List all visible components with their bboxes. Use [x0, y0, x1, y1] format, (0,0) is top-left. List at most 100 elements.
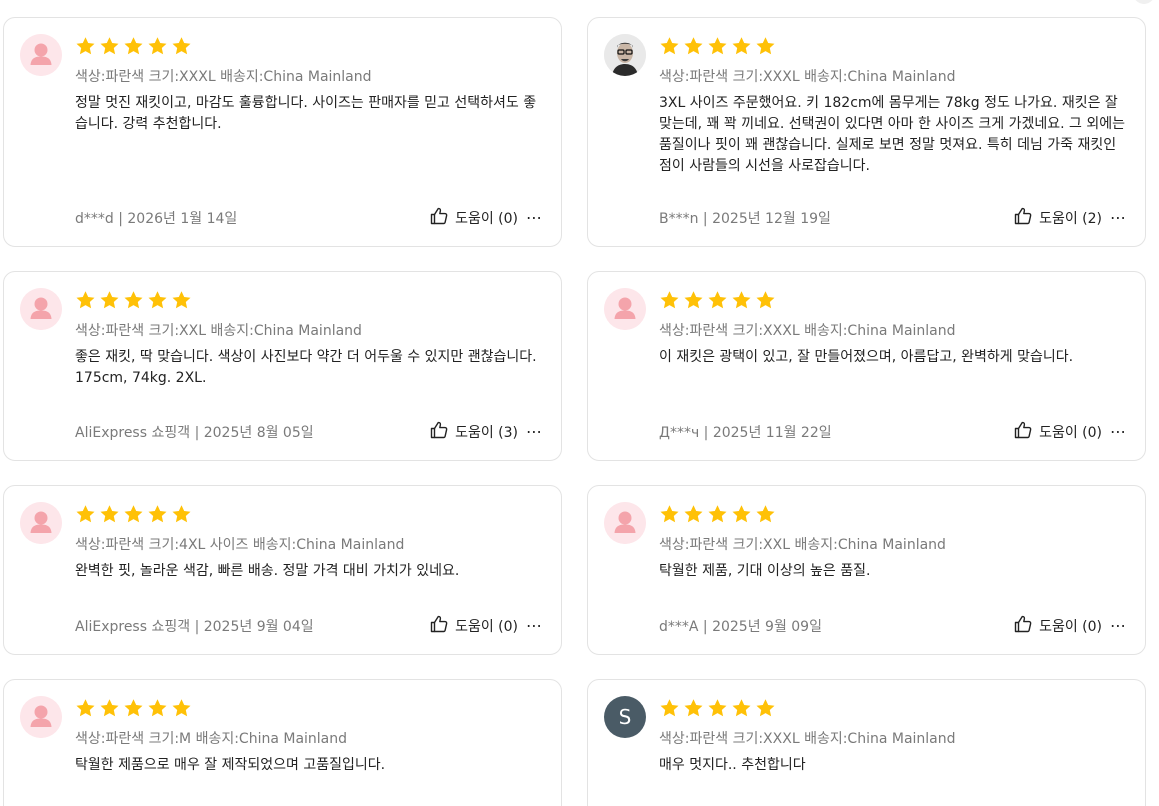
star-icon — [660, 291, 679, 309]
star-icon — [124, 505, 143, 523]
helpful-button[interactable]: 도움이 (3) — [429, 420, 518, 444]
star-icon — [76, 291, 95, 309]
star-rating — [75, 698, 192, 720]
user-avatar-icon — [20, 696, 62, 738]
user-photo-avatar — [604, 34, 646, 76]
star-icon — [124, 37, 143, 55]
star-icon — [756, 505, 775, 523]
more-options-icon[interactable]: ⋯ — [526, 618, 543, 634]
star-icon — [100, 699, 119, 717]
review-variant-info: 색상:파란색 크기:XXXL 배송지:China Mainland — [659, 731, 956, 747]
helpful-label: 도움이 (0) — [455, 211, 518, 227]
review-card: 색상:파란색 크기:M 배송지:China Mainland 탁월한 제품으로 … — [3, 679, 562, 806]
star-rating — [75, 36, 192, 58]
star-icon — [684, 291, 703, 309]
review-author-date: Д***ч | 2025년 11월 22일 — [659, 425, 832, 441]
star-icon — [708, 505, 727, 523]
review-author-date: B***n | 2025년 12월 19일 — [659, 211, 831, 227]
helpful-label: 도움이 (0) — [1039, 425, 1102, 441]
more-options-icon[interactable]: ⋯ — [1110, 618, 1127, 634]
star-icon — [172, 37, 191, 55]
review-author-date: AliExpress 쇼핑객 | 2025년 9월 04일 — [75, 619, 314, 635]
thumbs-up-icon — [429, 614, 455, 638]
star-icon — [100, 291, 119, 309]
star-rating — [75, 290, 192, 312]
star-icon — [708, 699, 727, 717]
review-text: 탁월한 제품으로 매우 잘 제작되었으며 고품질입니다. — [75, 757, 386, 773]
star-icon — [708, 291, 727, 309]
review-variant-info: 색상:파란색 크기:4XL 사이즈 배송지:China Mainland — [75, 537, 405, 553]
more-options-icon[interactable]: ⋯ — [1110, 424, 1127, 440]
thumbs-up-icon — [1013, 420, 1039, 444]
review-author-date: d***d | 2026년 1월 14일 — [75, 211, 238, 227]
star-icon — [148, 291, 167, 309]
thumbs-up-icon — [429, 420, 455, 444]
helpful-label: 도움이 (0) — [455, 619, 518, 635]
review-actions: 도움이 (3) ⋯ — [429, 420, 543, 444]
star-icon — [684, 505, 703, 523]
star-icon — [756, 699, 775, 717]
review-text: 탁월한 제품, 기대 이상의 높은 품질. — [659, 563, 871, 579]
review-actions: 도움이 (2) ⋯ — [1013, 206, 1127, 230]
star-icon — [660, 505, 679, 523]
star-rating — [659, 36, 776, 58]
star-icon — [100, 505, 119, 523]
review-card: 색상:파란색 크기:XXL 배송지:China Mainland 탁월한 제품,… — [587, 485, 1146, 655]
review-text: 좋은 재킷, 딱 맞습니다. 색상이 사진보다 약간 더 어두울 수 있지만 괜… — [75, 349, 537, 386]
helpful-button[interactable]: 도움이 (0) — [429, 206, 518, 230]
star-icon — [684, 699, 703, 717]
star-icon — [660, 37, 679, 55]
star-icon — [756, 291, 775, 309]
review-card: 색상:파란색 크기:4XL 사이즈 배송지:China Mainland 완벽한… — [3, 485, 562, 655]
review-actions: 도움이 (0) ⋯ — [1013, 420, 1127, 444]
user-avatar-icon — [604, 502, 646, 544]
review-actions: 도움이 (0) ⋯ — [429, 614, 543, 638]
user-avatar-icon — [20, 288, 62, 330]
thumbs-up-icon — [1013, 206, 1039, 230]
review-card: 색상:파란색 크기:XXXL 배송지:China Mainland 이 재킷은 … — [587, 271, 1146, 461]
helpful-button[interactable]: 도움이 (2) — [1013, 206, 1102, 230]
thumbs-up-icon — [429, 206, 455, 230]
star-rating — [659, 698, 776, 720]
helpful-button[interactable]: 도움이 (0) — [1013, 614, 1102, 638]
star-icon — [148, 505, 167, 523]
star-rating — [659, 504, 776, 526]
star-icon — [732, 37, 751, 55]
review-card: 색상:파란색 크기:XXXL 배송지:China Mainland 3XL 사이… — [587, 17, 1146, 247]
more-options-icon[interactable]: ⋯ — [526, 210, 543, 226]
review-variant-info: 색상:파란색 크기:XXXL 배송지:China Mainland — [75, 69, 372, 85]
helpful-button[interactable]: 도움이 (0) — [1013, 420, 1102, 444]
review-card: 색상:파란색 크기:XXXL 배송지:China Mainland 정말 멋진 … — [3, 17, 562, 247]
scroll-corner — [1133, 0, 1155, 4]
more-options-icon[interactable]: ⋯ — [526, 424, 543, 440]
helpful-button[interactable]: 도움이 (0) — [429, 614, 518, 638]
star-icon — [124, 699, 143, 717]
review-text: 이 재킷은 광택이 있고, 잘 만들어졌으며, 아름답고, 완벽하게 맞습니다. — [659, 349, 1074, 365]
review-variant-info: 색상:파란색 크기:XXXL 배송지:China Mainland — [659, 69, 956, 85]
review-text: 완벽한 핏, 놀라운 색감, 빠른 배송. 정말 가격 대비 가치가 있네요. — [75, 563, 460, 579]
star-icon — [708, 37, 727, 55]
review-actions: 도움이 (0) ⋯ — [429, 206, 543, 230]
star-icon — [172, 505, 191, 523]
star-rating — [75, 504, 192, 526]
review-variant-info: 색상:파란색 크기:XXL 배송지:China Mainland — [75, 323, 362, 339]
helpful-label: 도움이 (2) — [1039, 211, 1102, 227]
star-icon — [76, 505, 95, 523]
user-letter-avatar: S — [604, 696, 646, 738]
star-icon — [732, 699, 751, 717]
star-icon — [148, 37, 167, 55]
review-card: S 색상:파란색 크기:XXXL 배송지:China Mainland 매우 멋… — [587, 679, 1146, 806]
star-icon — [76, 699, 95, 717]
thumbs-up-icon — [1013, 614, 1039, 638]
star-icon — [124, 291, 143, 309]
star-icon — [148, 699, 167, 717]
star-icon — [732, 291, 751, 309]
star-icon — [660, 699, 679, 717]
review-variant-info: 색상:파란색 크기:XXL 배송지:China Mainland — [659, 537, 946, 553]
star-icon — [172, 699, 191, 717]
star-icon — [172, 291, 191, 309]
star-icon — [100, 37, 119, 55]
review-text: 매우 멋지다.. 추천합니다 — [659, 757, 806, 773]
more-options-icon[interactable]: ⋯ — [1110, 210, 1127, 226]
review-author-date: d***A | 2025년 9월 09일 — [659, 619, 822, 635]
